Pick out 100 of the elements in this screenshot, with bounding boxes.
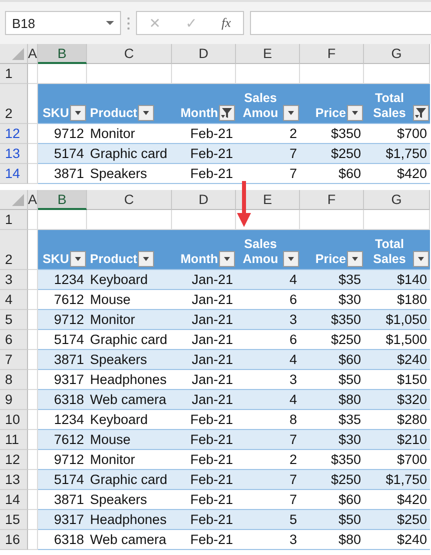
column-header[interactable]: F (300, 44, 364, 64)
table-cell: Web camera (87, 530, 172, 550)
table-cell: 3 (236, 310, 300, 330)
table-cell: 7 (236, 470, 300, 490)
row-header[interactable]: 16 (0, 530, 28, 550)
dropdown-button[interactable] (138, 105, 154, 121)
column-title: SKU (42, 106, 69, 121)
column-title: Product (90, 252, 138, 267)
row-header[interactable]: 3 (0, 270, 28, 290)
column-header[interactable]: D (172, 44, 236, 64)
table-cell: $350 (300, 310, 364, 330)
table-cell: Feb-21 (172, 530, 236, 550)
row-header[interactable]: 6 (0, 330, 28, 350)
row-header[interactable]: 10 (0, 410, 28, 430)
row-header[interactable]: 7 (0, 350, 28, 370)
table-cell: Jan-21 (172, 390, 236, 410)
row-header[interactable]: 1 (0, 210, 28, 230)
table-cell: Jan-21 (172, 270, 236, 290)
column-header[interactable]: E (236, 190, 300, 210)
table-cell: $250 (364, 510, 430, 530)
table-cell: 9712 (38, 310, 87, 330)
table-cell: $30 (300, 430, 364, 450)
table-cell: 4 (236, 390, 300, 410)
column-header[interactable]: B (38, 190, 87, 210)
column-header[interactable]: G (364, 190, 430, 210)
table-cell: $240 (364, 350, 430, 370)
table-cell: $80 (300, 530, 364, 550)
row-header[interactable]: 2 (0, 84, 28, 124)
row-header[interactable]: 15 (0, 510, 28, 530)
table-cell: $1,750 (364, 470, 430, 490)
insert-function-button[interactable]: fx (222, 15, 231, 31)
table-cell: Speakers (87, 350, 172, 370)
row-header[interactable]: 14 (0, 490, 28, 510)
column-header[interactable]: A (28, 44, 38, 64)
row-header[interactable]: 8 (0, 370, 28, 390)
row-header[interactable]: 11 (0, 430, 28, 450)
row-header[interactable]: 12 (0, 124, 28, 144)
table-cell: $320 (364, 390, 430, 410)
grid-cell (28, 530, 38, 550)
column-header[interactable]: D (172, 190, 236, 210)
row-header[interactable]: 1 (0, 64, 28, 84)
table-cell: 7 (236, 430, 300, 450)
row-header[interactable]: 13 (0, 144, 28, 164)
table-cell: Graphic card (87, 144, 172, 164)
filter-button[interactable] (413, 105, 429, 121)
row-header[interactable]: 12 (0, 450, 28, 470)
table-cell: $60 (300, 350, 364, 370)
table-cell: $35 (300, 270, 364, 290)
dropdown-button[interactable] (219, 251, 235, 267)
row-header[interactable]: 14 (0, 164, 28, 184)
column-title: SKU (42, 252, 69, 267)
table-cell: 7612 (38, 430, 87, 450)
row-header[interactable]: 9 (0, 390, 28, 410)
table-cell: $140 (364, 270, 430, 290)
column-header[interactable]: C (87, 190, 172, 210)
table-cell: 3871 (38, 350, 87, 370)
column-title: Month (180, 252, 218, 267)
name-box[interactable]: B18 (5, 11, 121, 35)
formula-input[interactable] (250, 11, 431, 35)
column-header[interactable]: G (364, 44, 430, 64)
grid-cell (28, 490, 38, 510)
table-cell: Keyboard (87, 270, 172, 290)
row-header[interactable]: 5 (0, 310, 28, 330)
table-cell: 6318 (38, 530, 87, 550)
caret-icon[interactable] (106, 21, 114, 25)
row-header[interactable]: 2 (0, 230, 28, 270)
dropdown-button[interactable] (70, 251, 86, 267)
table-cell: 6318 (38, 390, 87, 410)
dropdown-button[interactable] (283, 251, 299, 267)
grid-cell (28, 210, 38, 230)
table-cell: 5174 (38, 470, 87, 490)
column-header[interactable]: F (300, 190, 364, 210)
table-cell: $240 (364, 530, 430, 550)
table-cell: Jan-21 (172, 310, 236, 330)
row-header[interactable]: 4 (0, 290, 28, 310)
grid-cell (28, 410, 38, 430)
filter-button[interactable] (219, 105, 235, 121)
dropdown-button[interactable] (70, 105, 86, 121)
dropdown-button[interactable] (347, 105, 363, 121)
grid-cell (28, 330, 38, 350)
table-cell: $250 (300, 470, 364, 490)
dropdown-button[interactable] (283, 105, 299, 121)
dropdown-button[interactable] (413, 251, 429, 267)
column-header[interactable]: B (38, 44, 87, 64)
column-header[interactable]: C (87, 44, 172, 64)
table-cell: $250 (300, 144, 364, 164)
table-cell: 1234 (38, 270, 87, 290)
table-cell: Feb-21 (172, 144, 236, 164)
dropdown-button[interactable] (138, 251, 154, 267)
grid-cell (28, 64, 38, 84)
column-title: Sales Amou (242, 91, 280, 121)
dropdown-button[interactable] (347, 251, 363, 267)
column-header[interactable]: E (236, 44, 300, 64)
column-header[interactable]: A (28, 190, 38, 210)
table-cell: $80 (300, 390, 364, 410)
column-title: Price (315, 106, 346, 121)
table-cell: Graphic card (87, 470, 172, 490)
row-header[interactable]: 13 (0, 470, 28, 490)
table-cell: 3 (236, 530, 300, 550)
column-title: Total Sales (372, 237, 407, 267)
